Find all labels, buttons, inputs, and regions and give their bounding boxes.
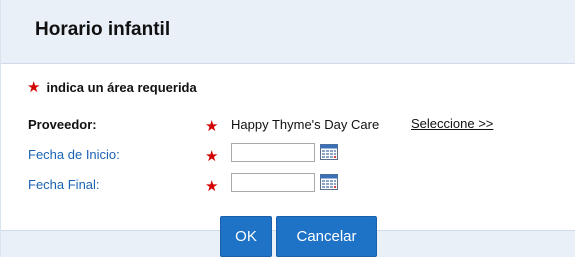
- end-date-label[interactable]: Fecha Final:: [28, 177, 100, 192]
- required-star-icon: ★: [27, 79, 41, 96]
- end-date-input[interactable]: [231, 173, 315, 192]
- calendar-icon[interactable]: [320, 144, 338, 160]
- dialog-title: Horario infantil: [35, 19, 171, 40]
- start-date-input[interactable]: [231, 143, 315, 162]
- ok-button[interactable]: OK: [220, 216, 272, 257]
- provider-label: Proveedor:: [28, 117, 97, 132]
- required-field-note: ★ indica un área requerida: [27, 80, 197, 95]
- dialog-header: Horario infantil: [1, 0, 575, 64]
- calendar-icon[interactable]: [320, 174, 338, 190]
- cancel-button[interactable]: Cancelar: [276, 216, 377, 257]
- child-schedule-dialog: Horario infantil ★ indica un área requer…: [0, 0, 575, 257]
- required-star-icon: ★: [205, 148, 219, 165]
- required-star-icon: ★: [205, 178, 219, 195]
- required-note-text: indica un área requerida: [46, 80, 197, 95]
- start-date-label[interactable]: Fecha de Inicio:: [28, 147, 120, 162]
- provider-value: Happy Thyme's Day Care: [231, 117, 380, 132]
- start-date-row: Fecha de Inicio: ★: [28, 143, 568, 167]
- end-date-row: Fecha Final: ★: [28, 173, 568, 197]
- required-star-icon: ★: [205, 118, 219, 135]
- provider-row: Proveedor: ★ Happy Thyme's Day Care Sele…: [28, 113, 568, 137]
- select-provider-link[interactable]: Seleccione >>: [411, 116, 493, 131]
